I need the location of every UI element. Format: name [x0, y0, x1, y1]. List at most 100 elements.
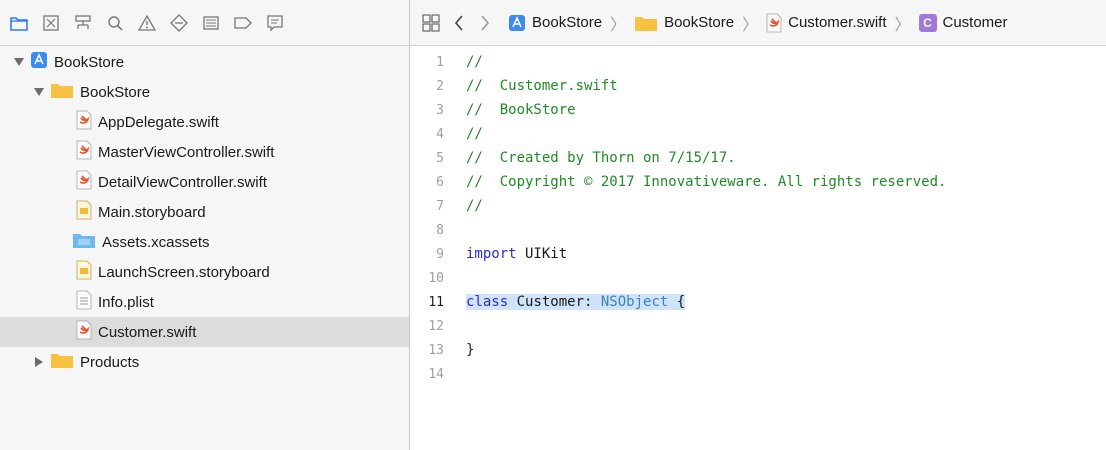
code-comment: // Copyright © 2017 Innovativeware. All …: [466, 174, 947, 190]
forward-icon[interactable]: [480, 14, 490, 31]
folder-icon: [50, 81, 74, 103]
tree-item-file[interactable]: LaunchScreen.storyboard: [0, 257, 409, 287]
code-text: import UIKit: [466, 246, 567, 262]
tree-item-label: Info.plist: [98, 293, 154, 311]
code-line: 13 }: [410, 338, 1106, 362]
code-comment: //: [466, 198, 483, 214]
breakpoint-icon[interactable]: [232, 12, 254, 34]
code-comment: //: [466, 54, 483, 70]
tree-item-file[interactable]: DetailViewController.swift: [0, 167, 409, 197]
line-number: 1: [436, 54, 444, 70]
search-icon[interactable]: [104, 12, 126, 34]
code-editor[interactable]: 1 // 2 // Customer.swift 3 // BookStore …: [410, 46, 1106, 450]
code-comment: // Created by Thorn on 7/15/17.: [466, 150, 736, 166]
swift-file-icon: [76, 320, 92, 344]
plist-icon: [76, 290, 92, 314]
breadcrumb-label: Customer.swift: [788, 14, 887, 31]
line-number: 11: [428, 294, 444, 310]
breadcrumb-label: BookStore: [664, 14, 735, 31]
tree-item-group[interactable]: Products: [0, 347, 409, 377]
code-line: 5 // Created by Thorn on 7/15/17.: [410, 146, 1106, 170]
code-line: 9 import UIKit: [410, 242, 1106, 266]
line-number: 8: [436, 222, 444, 238]
line-number: 10: [428, 270, 444, 286]
code-line: 10: [410, 266, 1106, 290]
line-number: 4: [436, 126, 444, 142]
breadcrumb-separator-icon: 〉: [742, 16, 759, 34]
back-icon[interactable]: [454, 14, 464, 31]
symbol-icon[interactable]: [72, 12, 94, 34]
line-number: 5: [436, 150, 444, 166]
swift-file-icon: [76, 140, 92, 164]
code-line: 6 // Copyright © 2017 Innovativeware. Al…: [410, 170, 1106, 194]
tree-item-label: Products: [80, 353, 140, 371]
line-number: 3: [436, 102, 444, 118]
swift-file-icon: [766, 13, 782, 33]
code-type: NSObject: [600, 294, 669, 310]
navigator-toolbar: [0, 0, 409, 46]
tree-item-label: Customer.swift: [98, 323, 197, 341]
tree-item-file[interactable]: AppDelegate.swift: [0, 107, 409, 137]
breadcrumb-symbol[interactable]: C Customer: [918, 13, 1008, 32]
tree-item-label: AppDelegate.swift: [98, 113, 219, 131]
jump-bar: BookStore 〉 BookStore 〉 Customer.swift 〉…: [410, 0, 1106, 46]
line-number: 9: [436, 246, 444, 262]
project-navigator: BookStore BookStore AppDelegate.swift Ma…: [0, 46, 409, 450]
breadcrumb-file[interactable]: Customer.swift: [766, 13, 886, 33]
tree-item-label: DetailViewController.swift: [98, 173, 267, 191]
tree-item-file[interactable]: Assets.xcassets: [0, 227, 409, 257]
code-line: 2 // Customer.swift: [410, 74, 1106, 98]
folder-icon[interactable]: [8, 12, 30, 34]
report-icon[interactable]: [264, 12, 286, 34]
tree-item-label: LaunchScreen.storyboard: [98, 263, 270, 281]
storyboard-icon: [76, 260, 92, 284]
code-line: 7 //: [410, 194, 1106, 218]
line-number: 14: [428, 366, 444, 382]
code-comment: // Customer.swift: [466, 78, 618, 94]
tree-item-file[interactable]: MasterViewController.swift: [0, 137, 409, 167]
tree-item-project[interactable]: BookStore: [0, 47, 409, 77]
folder-icon: [634, 14, 658, 32]
code-line-current: 11 class Customer: NSObject {: [410, 290, 1106, 314]
project-icon: [508, 14, 526, 32]
tree-item-label: Assets.xcassets: [102, 233, 210, 251]
code-identifier: UIKit: [516, 246, 568, 262]
breadcrumb-separator-icon: 〉: [894, 16, 911, 34]
tree-item-file[interactable]: Main.storyboard: [0, 197, 409, 227]
code-identifier: Customer:: [508, 294, 601, 310]
breadcrumb-label: BookStore: [532, 14, 603, 31]
breadcrumb-project[interactable]: BookStore: [508, 14, 602, 32]
line-number: 6: [436, 174, 444, 190]
selected-code[interactable]: class Customer: NSObject {: [466, 294, 686, 310]
tree-item-file-selected[interactable]: Customer.swift: [0, 317, 409, 347]
related-items-icon[interactable]: [422, 13, 440, 32]
project-icon: [30, 51, 48, 73]
tree-item-label: BookStore: [54, 53, 125, 71]
disclosure-expanded-icon[interactable]: [14, 57, 24, 67]
tree-item-label: Main.storyboard: [98, 203, 206, 221]
code-line: 3 // BookStore: [410, 98, 1106, 122]
source-control-icon[interactable]: [40, 12, 62, 34]
code-line: 12: [410, 314, 1106, 338]
disclosure-collapsed-icon[interactable]: [34, 357, 44, 367]
storyboard-icon: [76, 200, 92, 224]
line-number: 2: [436, 78, 444, 94]
folder-icon: [50, 351, 74, 373]
tree-item-file[interactable]: Info.plist: [0, 287, 409, 317]
test-icon[interactable]: [168, 12, 190, 34]
code-text: }: [466, 342, 475, 358]
disclosure-expanded-icon[interactable]: [34, 87, 44, 97]
code-line: 4 //: [410, 122, 1106, 146]
warning-icon[interactable]: [136, 12, 158, 34]
code-line: 1 //: [410, 50, 1106, 74]
code-line: 8: [410, 218, 1106, 242]
breadcrumb-separator-icon: 〉: [610, 16, 627, 34]
code-keyword: import: [466, 246, 517, 262]
swift-file-icon: [76, 170, 92, 194]
debug-icon[interactable]: [200, 12, 222, 34]
code-comment: // BookStore: [466, 102, 576, 118]
breadcrumb-group[interactable]: BookStore: [634, 14, 734, 32]
tree-item-group[interactable]: BookStore: [0, 77, 409, 107]
swift-file-icon: [76, 110, 92, 134]
line-number: 7: [436, 198, 444, 214]
